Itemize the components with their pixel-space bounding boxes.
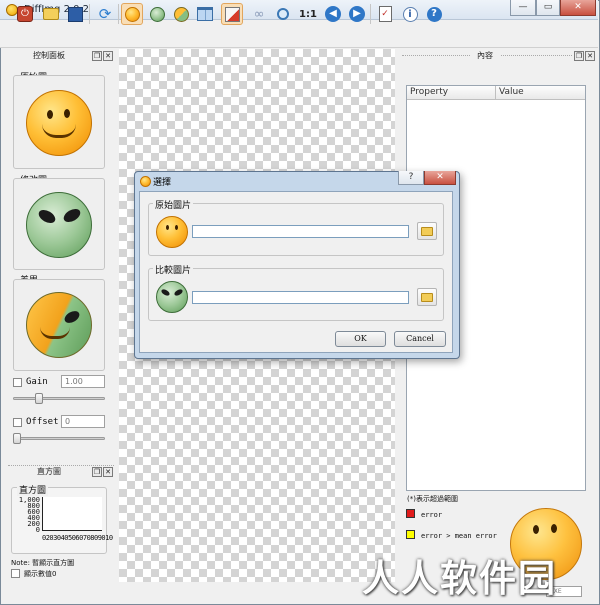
dialog-smiley-eye — [166, 225, 169, 230]
sync-icon: ∞ — [253, 6, 265, 22]
modified-thumbnail — [26, 192, 92, 258]
next-button[interactable]: ▶ — [346, 3, 368, 25]
toolbar-separator — [89, 4, 90, 24]
histogram-panel-title: 直方圖 — [37, 467, 61, 476]
panel-float-button[interactable]: ❐ — [92, 51, 102, 61]
layout-icon — [197, 7, 213, 21]
histogram-group-label: 直方圖 — [17, 483, 49, 496]
sync-button[interactable]: ∞ — [248, 3, 270, 25]
dialog-close-button[interactable]: ✕ — [424, 171, 456, 185]
offset-checkbox[interactable] — [13, 418, 22, 427]
toolbar-separator — [370, 4, 371, 24]
difference-icon — [173, 6, 189, 22]
histogram-y-ticks: 1,000 800 600 400 200 0 — [16, 497, 40, 534]
offset-spinbox[interactable]: 0 — [61, 415, 105, 428]
ok-button[interactable]: OK — [335, 331, 386, 347]
zoom-button[interactable] — [272, 3, 294, 25]
checklist-button[interactable]: ✓ — [374, 3, 396, 25]
offset-slider[interactable] — [13, 437, 105, 440]
arrow-left-icon: ◀ — [325, 6, 341, 22]
highlight-pen-icon — [224, 6, 240, 22]
histogram-close-button[interactable]: ✕ — [103, 467, 113, 477]
gain-checkbox[interactable] — [13, 378, 22, 387]
actual-size-button[interactable]: 1:1 — [297, 3, 319, 25]
open-folder-icon — [43, 8, 59, 20]
checklist-icon: ✓ — [378, 6, 392, 22]
decoration-eye-right — [551, 524, 557, 533]
column-header-property[interactable]: Property — [407, 86, 496, 100]
histogram-note: Note: 暫顯示直方圖 — [11, 559, 75, 567]
original-image-path-input[interactable] — [192, 225, 409, 238]
show-values-label: 顯示數值0 — [24, 570, 57, 578]
original-thumbnail — [26, 90, 92, 156]
gain-label: Gain — [26, 377, 48, 387]
folder-icon — [421, 292, 433, 302]
dialog-help-button[interactable]: ? — [398, 171, 424, 185]
column-header-value[interactable]: Value — [496, 86, 585, 100]
alien-icon — [149, 6, 165, 22]
offset-label: Offset — [26, 417, 59, 427]
legend-note: (*)表示超過範圍 — [407, 495, 458, 503]
highlight-button[interactable] — [221, 3, 243, 25]
legend-swatch-mean-error — [406, 530, 415, 539]
actual-size-icon: 1:1 — [299, 8, 317, 20]
histogram-float-button[interactable]: ❐ — [92, 467, 102, 477]
toolbar-separator — [118, 4, 119, 24]
info-button[interactable]: i — [399, 3, 421, 25]
compare-image-icon — [156, 281, 188, 313]
dialog-title: 選擇 — [153, 178, 172, 188]
original-browse-button[interactable] — [417, 222, 437, 240]
save-icon — [67, 6, 83, 22]
compare-image-path-input[interactable] — [192, 291, 409, 304]
legend-label-mean-error: error > mean error — [421, 532, 497, 540]
show-modified-button[interactable] — [146, 3, 168, 25]
watermark-text: 人人软件园 — [362, 557, 557, 600]
show-difference-button[interactable] — [170, 3, 192, 25]
smiley-eye-left — [47, 110, 53, 119]
refresh-icon: ⟳ — [98, 5, 112, 23]
arrow-right-icon: ▶ — [349, 6, 365, 22]
gain-slider-handle[interactable] — [35, 393, 43, 404]
dialog-smiley-eye — [175, 225, 178, 230]
dialog-smiley-icon — [140, 176, 151, 187]
offset-slider-handle[interactable] — [13, 433, 21, 444]
panel-close-button[interactable]: ✕ — [103, 51, 113, 61]
show-original-button[interactable] — [121, 3, 143, 25]
folder-icon — [421, 226, 433, 236]
show-values-checkbox[interactable] — [11, 569, 20, 578]
power-button[interactable]: ⏻ — [14, 3, 36, 25]
refresh-button[interactable]: ⟳ — [94, 3, 116, 25]
smiley-eye-right — [64, 109, 70, 118]
previous-button[interactable]: ◀ — [322, 3, 344, 25]
histogram-plot — [42, 497, 102, 531]
help-icon: ? — [426, 6, 442, 22]
compare-image-group-label: 比較圖片 — [153, 263, 194, 276]
difference-thumbnail — [26, 292, 92, 358]
original-image-icon — [156, 216, 188, 248]
control-panel-title: 控制面板 — [33, 51, 65, 60]
histogram-x-ticks: 0203040506070809010 — [42, 534, 113, 542]
legend-swatch-error — [406, 509, 415, 518]
compare-browse-button[interactable] — [417, 288, 437, 306]
smiley-icon — [124, 6, 140, 22]
help-button[interactable]: ? — [423, 3, 445, 25]
decoration-eye-left — [533, 525, 539, 534]
cancel-button[interactable]: Cancel — [394, 331, 446, 347]
save-button[interactable] — [64, 3, 86, 25]
layout-button[interactable] — [194, 3, 216, 25]
content-panel-title: 內容 — [470, 50, 500, 62]
open-button[interactable] — [40, 3, 62, 25]
legend-label-error: error — [421, 511, 443, 519]
info-icon: i — [402, 6, 418, 22]
power-icon: ⏻ — [17, 6, 33, 22]
content-close-button[interactable]: ✕ — [585, 51, 595, 61]
original-image-group-label: 原始圖片 — [153, 198, 194, 211]
gain-spinbox[interactable]: 1.00 — [61, 375, 105, 388]
minimize-button[interactable]: — — [510, 0, 536, 16]
close-button[interactable]: ✕ — [560, 0, 596, 16]
gain-slider[interactable] — [13, 397, 105, 400]
maximize-button[interactable]: ▭ — [536, 0, 560, 16]
content-float-button[interactable]: ❐ — [574, 51, 584, 61]
zoom-icon — [277, 8, 289, 20]
